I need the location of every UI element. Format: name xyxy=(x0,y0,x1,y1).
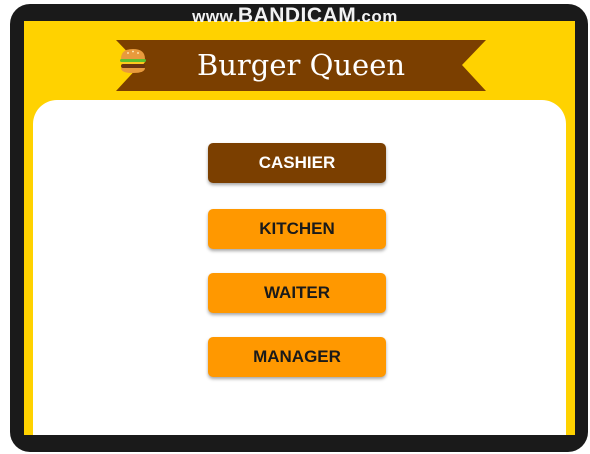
watermark-brand: BANDICAM xyxy=(237,4,357,27)
app-title-text: Burger Queen xyxy=(196,48,406,82)
role-selection-card: CASHIER KITCHEN WAITER MANAGER xyxy=(33,100,566,435)
burger-icon xyxy=(120,49,146,73)
app-screen: Burger Queen CASHIER KITCHEN WAITER MANA… xyxy=(24,21,575,435)
manager-button[interactable]: MANAGER xyxy=(208,337,386,377)
watermark-prefix: www. xyxy=(192,7,238,26)
cashier-button[interactable]: CASHIER xyxy=(208,143,386,183)
recording-watermark: www.BANDICAM.com xyxy=(0,4,590,28)
header-banner: Burger Queen xyxy=(116,38,486,93)
kitchen-button[interactable]: KITCHEN xyxy=(208,209,386,249)
watermark-suffix: .com xyxy=(356,7,398,26)
app-title: Burger Queen xyxy=(116,47,486,83)
waiter-button[interactable]: WAITER xyxy=(208,273,386,313)
